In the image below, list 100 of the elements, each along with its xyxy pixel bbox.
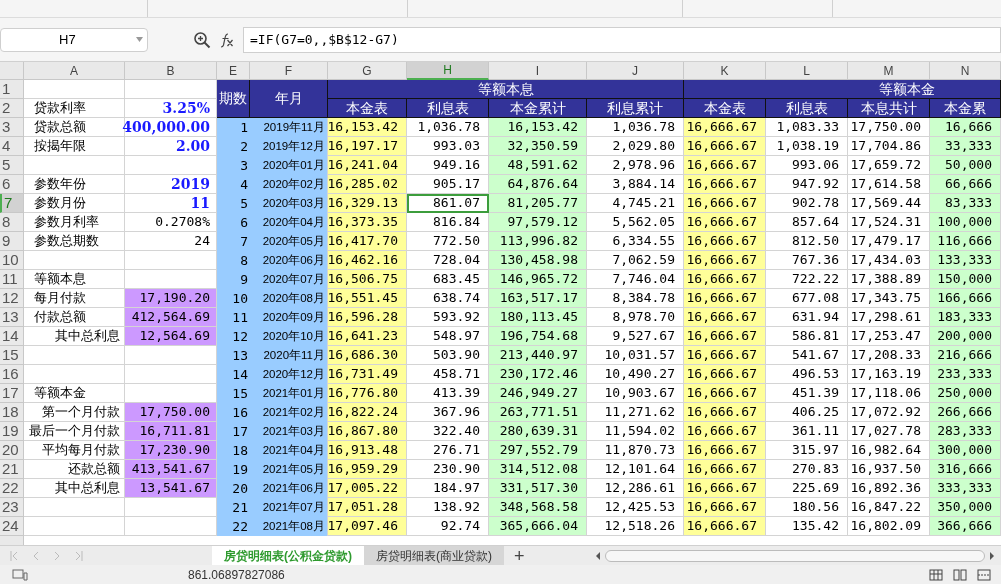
row-header[interactable]: 10 — [0, 251, 24, 270]
column-header[interactable]: L — [766, 62, 848, 80]
page-break-icon[interactable] — [977, 568, 991, 581]
table-cell: 19 — [217, 460, 250, 479]
table-cell: 16,666.67 — [684, 346, 766, 365]
table-cell: 2,978.96 — [587, 156, 684, 175]
table-cell: 276.71 — [407, 441, 489, 460]
table-cell: 16,666.67 — [684, 479, 766, 498]
table-cell: 16,666.67 — [684, 194, 766, 213]
name-box[interactable]: H7 — [0, 27, 148, 52]
column-header[interactable]: K — [684, 62, 766, 80]
row-header[interactable]: 22 — [0, 479, 24, 498]
row-header[interactable]: 20 — [0, 441, 24, 460]
row-header[interactable]: 24 — [0, 517, 24, 536]
row-header[interactable]: 21 — [0, 460, 24, 479]
column-header[interactable]: H — [407, 62, 489, 80]
row-header[interactable]: 8 — [0, 213, 24, 232]
table-cell: 4 — [217, 175, 250, 194]
table-cell: 1,036.78 — [407, 118, 489, 137]
column-header[interactable]: N — [930, 62, 1001, 80]
table-cell: 16,197.17 — [328, 137, 407, 156]
table-cell: 97,579.12 — [489, 213, 587, 232]
row-header[interactable]: 11 — [0, 270, 24, 289]
row-header[interactable]: 19 — [0, 422, 24, 441]
table-cell: 130,458.98 — [489, 251, 587, 270]
column-header[interactable]: E — [217, 62, 250, 80]
row-header[interactable]: 7 — [0, 194, 24, 213]
scroll-left-icon[interactable] — [595, 550, 601, 561]
row-header[interactable]: 3 — [0, 118, 24, 137]
sheet-tab[interactable]: 房贷明细表(公积金贷款) — [212, 546, 364, 565]
sheet-tab[interactable]: 房贷明细表(商业贷款) — [364, 546, 504, 565]
table-cell: 406.25 — [766, 403, 848, 422]
function-icon[interactable] — [219, 31, 235, 48]
table-cell: 196,754.68 — [489, 327, 587, 346]
table-cell: 2021年04月 — [250, 441, 328, 460]
add-sheet-button[interactable]: + — [514, 546, 525, 565]
table-cell: 230.90 — [407, 460, 489, 479]
column-header[interactable]: F — [250, 62, 328, 80]
horizontal-scrollbar[interactable] — [605, 549, 985, 562]
column-header[interactable]: I — [489, 62, 587, 80]
header-cell: 利息累计 — [587, 99, 684, 118]
table-cell: 300,000 — [930, 441, 1001, 460]
column-header[interactable]: J — [587, 62, 684, 80]
row-header[interactable]: 17 — [0, 384, 24, 403]
next-sheet-icon[interactable] — [54, 550, 60, 561]
table-cell: 16,666.67 — [684, 517, 766, 536]
column-header[interactable]: B — [125, 62, 217, 80]
row-header[interactable]: 14 — [0, 327, 24, 346]
macro-icon[interactable] — [12, 568, 28, 581]
formula-field[interactable]: =IF(G7=0,,$B$12-G7) — [243, 26, 1001, 53]
table-cell: 13,541.67 — [125, 479, 217, 498]
previous-sheet-icon[interactable] — [33, 550, 39, 561]
table-cell: 2020年02月 — [250, 175, 328, 194]
row-header[interactable]: 9 — [0, 232, 24, 251]
table-cell: 参数月利率 — [24, 213, 125, 232]
table-cell: 266,666 — [930, 403, 1001, 422]
row-header[interactable]: 23 — [0, 498, 24, 517]
table-cell: 16,913.48 — [328, 441, 407, 460]
row-header[interactable]: 2 — [0, 99, 24, 118]
column-header[interactable]: A — [24, 62, 125, 80]
table-cell: 331,517.30 — [489, 479, 587, 498]
row-header[interactable]: 1 — [0, 80, 24, 99]
table-cell: 857.64 — [766, 213, 848, 232]
table-cell: 2021年06月 — [250, 479, 328, 498]
row-header[interactable]: 15 — [0, 346, 24, 365]
table-cell: 16,847.22 — [848, 498, 930, 517]
column-header[interactable]: G — [328, 62, 407, 80]
scroll-right-icon[interactable] — [989, 550, 995, 561]
table-cell: 66,666 — [930, 175, 1001, 194]
table-cell: 993.06 — [766, 156, 848, 175]
row-header[interactable]: 6 — [0, 175, 24, 194]
table-cell: 11,594.02 — [587, 422, 684, 441]
header-cell: 本息共计 — [848, 99, 930, 118]
table-cell: 17,005.22 — [328, 479, 407, 498]
first-sheet-icon[interactable] — [10, 550, 18, 561]
row-header[interactable]: 5 — [0, 156, 24, 175]
table-cell: 15 — [217, 384, 250, 403]
table-cell: 参数年份 — [24, 175, 125, 194]
row-header[interactable]: 16 — [0, 365, 24, 384]
table-cell: 180,113.45 — [489, 308, 587, 327]
table-cell: 11,271.62 — [587, 403, 684, 422]
table-cell: 17,343.75 — [848, 289, 930, 308]
last-sheet-icon[interactable] — [75, 550, 83, 561]
page-layout-icon[interactable] — [953, 568, 967, 581]
row-header[interactable]: 4 — [0, 137, 24, 156]
table-cell: 138.92 — [407, 498, 489, 517]
table-cell: 12,101.64 — [587, 460, 684, 479]
table-cell: 9,527.67 — [587, 327, 684, 346]
row-header[interactable]: 12 — [0, 289, 24, 308]
table-cell: 17,253.47 — [848, 327, 930, 346]
table-cell: 2020年11月 — [250, 346, 328, 365]
zoom-icon[interactable] — [193, 30, 211, 49]
column-header[interactable]: M — [848, 62, 930, 80]
row-header[interactable]: 13 — [0, 308, 24, 327]
table-cell: 17,051.28 — [328, 498, 407, 517]
normal-view-icon[interactable] — [929, 568, 943, 581]
row-header[interactable]: 18 — [0, 403, 24, 422]
selected-cell[interactable]: 861.07 — [407, 194, 489, 213]
table-cell: 22 — [217, 517, 250, 536]
table-cell: 81,205.77 — [489, 194, 587, 213]
